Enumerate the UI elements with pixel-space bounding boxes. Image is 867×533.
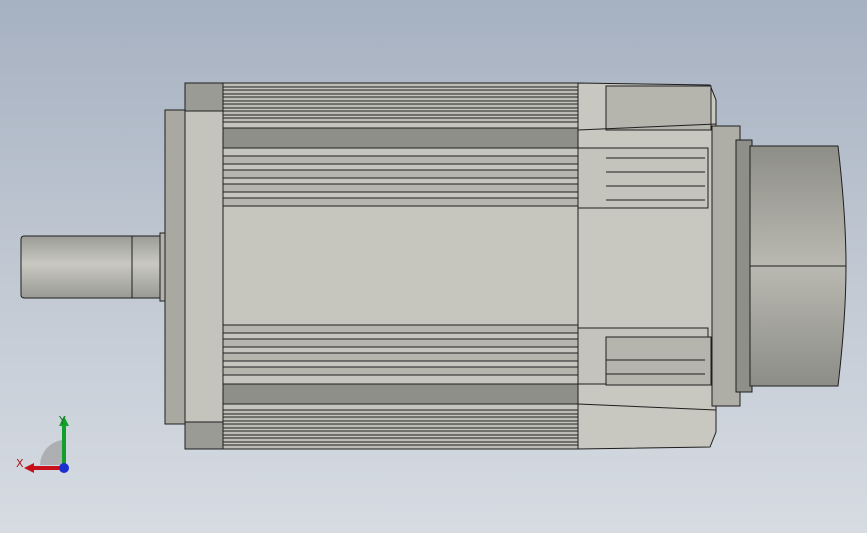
triad-plane-marker xyxy=(40,440,62,465)
x-axis-label: X xyxy=(16,457,24,470)
motor-model[interactable] xyxy=(0,0,867,533)
motor-housing xyxy=(222,82,579,450)
y-axis-label: Y xyxy=(59,414,66,427)
axis-triad: X Y xyxy=(10,410,80,480)
rear-cover xyxy=(577,82,717,450)
output-shaft xyxy=(20,232,173,302)
x-axis-arrowhead xyxy=(24,463,34,473)
graphics-viewport[interactable]: X Y xyxy=(0,0,867,533)
rear-cap xyxy=(711,125,847,407)
front-flange xyxy=(164,82,224,450)
z-axis-dot xyxy=(59,463,69,473)
